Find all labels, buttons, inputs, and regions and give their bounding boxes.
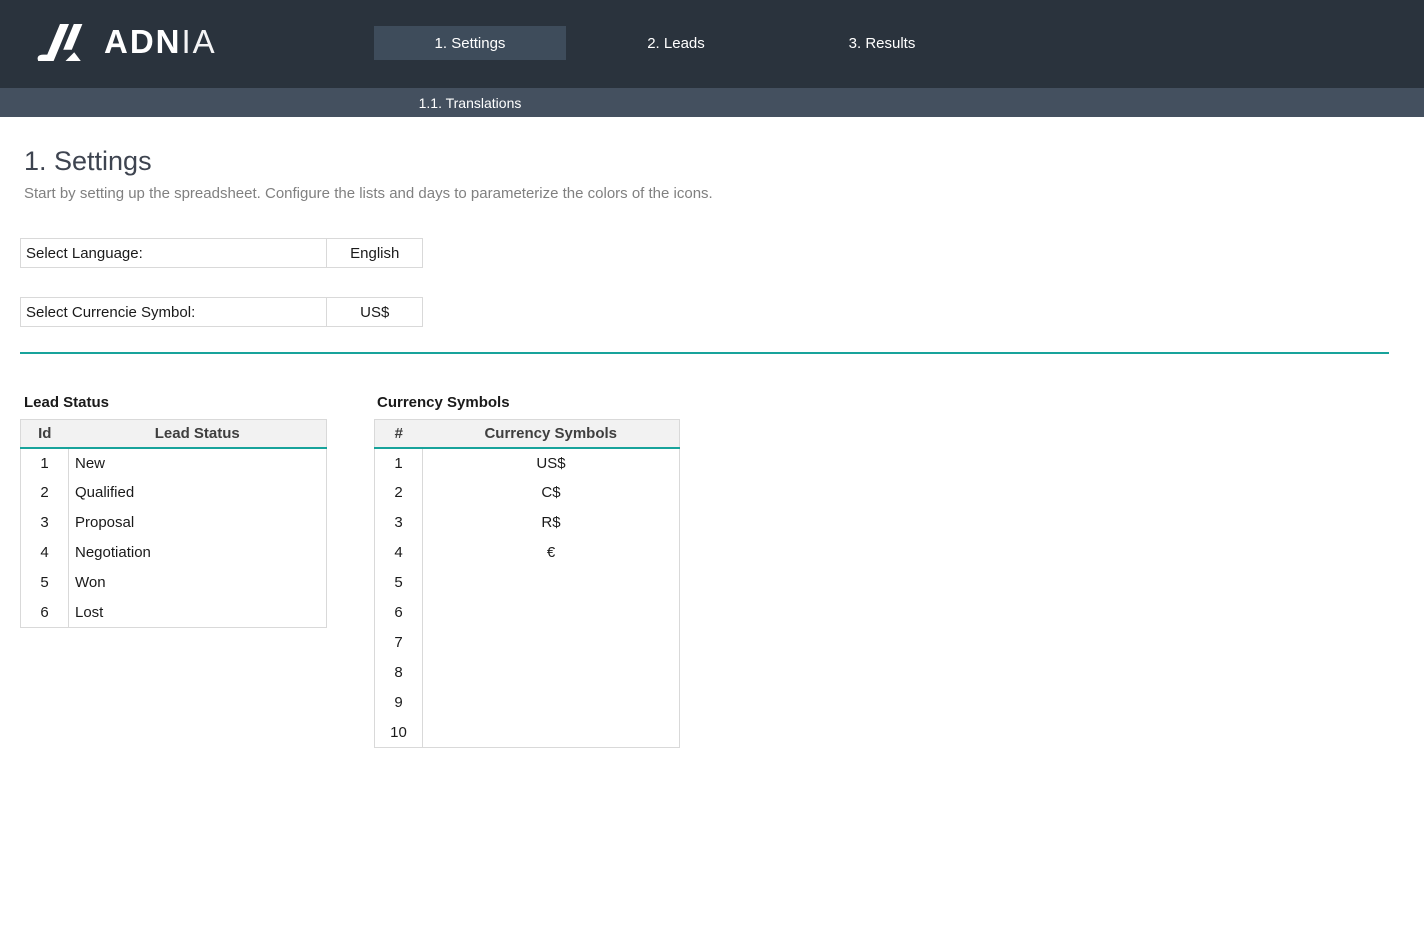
lead-status-table: Id Lead Status 1New2Qualified3Proposal4N… — [20, 419, 327, 628]
table-row: 4€ — [375, 538, 680, 568]
sub-nav-bar: 1.1. Translations — [0, 88, 1424, 117]
section-divider — [20, 352, 1389, 354]
table-cell[interactable]: 1 — [21, 448, 69, 478]
main-nav: 1. Settings 2. Leads 3. Results — [374, 26, 978, 60]
brand-name: ADNIA — [104, 20, 217, 64]
currency-field-label: Select Currencie Symbol: — [21, 298, 326, 326]
table-cell[interactable]: € — [423, 538, 680, 568]
table-cell[interactable]: 6 — [375, 598, 423, 628]
table-row: 3Proposal — [21, 508, 327, 538]
currency-header-number: # — [375, 420, 423, 448]
table-cell[interactable] — [423, 658, 680, 688]
page-title: 1. Settings — [24, 146, 152, 177]
table-row: 7 — [375, 628, 680, 658]
lead-status-header-id: Id — [21, 420, 69, 448]
table-cell[interactable]: R$ — [423, 508, 680, 538]
currency-header-label: Currency Symbols — [423, 420, 680, 448]
table-cell[interactable]: Qualified — [69, 478, 327, 508]
table-cell[interactable]: 9 — [375, 688, 423, 718]
table-cell[interactable]: 6 — [21, 598, 69, 628]
table-cell[interactable] — [423, 718, 680, 748]
table-row: 5Won — [21, 568, 327, 598]
language-select[interactable]: English — [326, 239, 422, 267]
table-row: 10 — [375, 718, 680, 748]
language-field: Select Language: English — [20, 238, 423, 268]
table-cell[interactable]: C$ — [423, 478, 680, 508]
table-cell[interactable] — [423, 598, 680, 628]
table-row: 2Qualified — [21, 478, 327, 508]
table-row: 3R$ — [375, 508, 680, 538]
brand-logo: ADNIA — [34, 20, 217, 64]
lead-status-header-row: Id Lead Status — [21, 420, 327, 448]
lead-status-table-title: Lead Status — [24, 394, 109, 411]
table-cell[interactable]: Proposal — [69, 508, 327, 538]
table-cell[interactable]: 3 — [375, 508, 423, 538]
app-header: ADNIA 1. Settings 2. Leads 3. Results — [0, 0, 1424, 88]
table-row: 1US$ — [375, 448, 680, 478]
currency-select[interactable]: US$ — [326, 298, 422, 326]
table-cell[interactable]: Lost — [69, 598, 327, 628]
table-row: 4Negotiation — [21, 538, 327, 568]
table-row: 6 — [375, 598, 680, 628]
table-cell[interactable] — [423, 628, 680, 658]
table-cell[interactable]: 4 — [21, 538, 69, 568]
page-subtitle: Start by setting up the spreadsheet. Con… — [24, 185, 713, 202]
table-row: 6Lost — [21, 598, 327, 628]
table-cell[interactable] — [423, 688, 680, 718]
table-row: 2C$ — [375, 478, 680, 508]
currency-table: # Currency Symbols 1US$2C$3R$4€5678910 — [374, 419, 680, 748]
table-cell[interactable]: 2 — [375, 478, 423, 508]
subtab-translations[interactable]: 1.1. Translations — [374, 88, 566, 117]
tab-results[interactable]: 3. Results — [786, 26, 978, 60]
lead-status-header-label: Lead Status — [69, 420, 327, 448]
table-cell[interactable]: 3 — [21, 508, 69, 538]
tab-settings[interactable]: 1. Settings — [374, 26, 566, 60]
table-cell[interactable]: New — [69, 448, 327, 478]
currency-field: Select Currencie Symbol: US$ — [20, 297, 423, 327]
table-cell[interactable]: US$ — [423, 448, 680, 478]
table-cell[interactable]: Negotiation — [69, 538, 327, 568]
table-row: 5 — [375, 568, 680, 598]
table-cell[interactable] — [423, 568, 680, 598]
table-cell[interactable]: Won — [69, 568, 327, 598]
table-cell[interactable]: 7 — [375, 628, 423, 658]
table-cell[interactable]: 1 — [375, 448, 423, 478]
table-row: 9 — [375, 688, 680, 718]
language-field-label: Select Language: — [21, 239, 326, 267]
currency-table-title: Currency Symbols — [377, 394, 510, 411]
table-cell[interactable]: 2 — [21, 478, 69, 508]
currency-header-row: # Currency Symbols — [375, 420, 680, 448]
table-cell[interactable]: 5 — [21, 568, 69, 598]
table-cell[interactable]: 8 — [375, 658, 423, 688]
table-cell[interactable]: 5 — [375, 568, 423, 598]
adnia-logo-icon — [34, 20, 88, 64]
table-row: 8 — [375, 658, 680, 688]
table-row: 1New — [21, 448, 327, 478]
tab-leads[interactable]: 2. Leads — [580, 26, 772, 60]
table-cell[interactable]: 4 — [375, 538, 423, 568]
table-cell[interactable]: 10 — [375, 718, 423, 748]
